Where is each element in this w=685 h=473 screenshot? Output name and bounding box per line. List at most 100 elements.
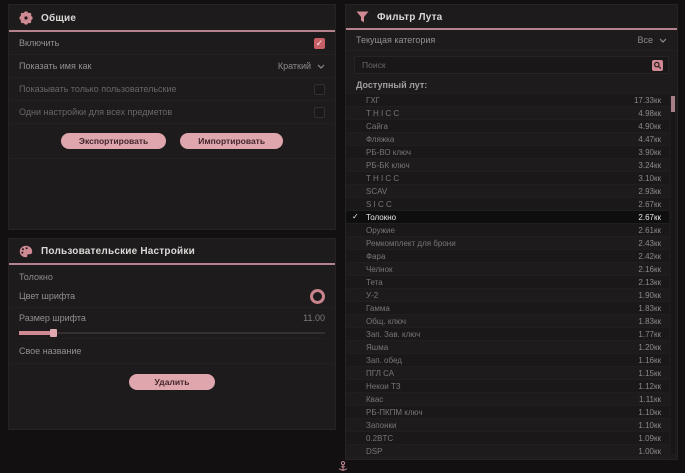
- loot-item-row[interactable]: Челнок2.16кк: [346, 263, 669, 276]
- setting-only-custom-label: Показывать только пользовательские: [19, 84, 177, 94]
- loot-item-row[interactable]: ПГЛ СА1.15кк: [346, 367, 669, 380]
- only-custom-checkbox[interactable]: [314, 84, 325, 95]
- loot-item-row[interactable]: SCAV2.93кк: [346, 185, 669, 198]
- name-mode-select[interactable]: Краткий: [278, 61, 325, 71]
- chevron-down-icon: [317, 64, 325, 69]
- setting-enable-label: Включить: [19, 38, 59, 48]
- font-size-value: 11.00: [303, 313, 325, 323]
- scrollbar[interactable]: [671, 95, 675, 454]
- loot-item-value: 2.67кк: [638, 200, 661, 209]
- loot-item-row[interactable]: Некои ТЗ1.12кк: [346, 380, 669, 393]
- loot-item-value: 17.33кк: [634, 96, 661, 105]
- loot-item-value: 1.90кк: [638, 291, 661, 300]
- same-for-all-checkbox[interactable]: [314, 107, 325, 118]
- scrollbar-thumb[interactable]: [671, 96, 675, 112]
- chevron-down-icon: [659, 38, 667, 43]
- loot-item-row[interactable]: Общ. ключ1.83кк: [346, 315, 669, 328]
- category-label: Текущая категория: [356, 35, 435, 45]
- loot-item-name: 0.2BTC: [366, 434, 393, 443]
- font-size-slider[interactable]: [19, 328, 325, 339]
- item-check-icon: ✓: [352, 211, 359, 223]
- loot-item-row[interactable]: РБ-ПКПМ ключ1.10кк: [346, 406, 669, 419]
- loot-item-row[interactable]: 0.2BTC1.09кк: [346, 432, 669, 445]
- loot-item-row[interactable]: У-2 1.90кк: [346, 289, 669, 302]
- slider-track: [19, 332, 325, 334]
- loot-list-label: Доступный лут:: [346, 74, 677, 93]
- name-mode-value: Краткий: [278, 61, 311, 71]
- loot-item-name: У-2: [366, 291, 378, 300]
- loot-item-row[interactable]: Фляжка4.47кк: [346, 133, 669, 146]
- loot-item-row[interactable]: РБ-ВО ключ3.90кк: [346, 146, 669, 159]
- loot-item-row[interactable]: DSP 1.00кк: [346, 445, 669, 458]
- import-button[interactable]: Импортировать: [180, 133, 283, 149]
- funnel-icon: [356, 11, 369, 23]
- loot-item-value: 2.42кк: [638, 252, 661, 261]
- loot-item-value: 2.16кк: [638, 265, 661, 274]
- loot-item-row[interactable]: Гамма1.83кк: [346, 302, 669, 315]
- panel-custom-title: Пользовательские Настройки: [41, 246, 195, 257]
- loot-item-row[interactable]: Тета2.13кк: [346, 276, 669, 289]
- setting-same-for-all: Одни настройки для всех предметов: [9, 101, 335, 124]
- search-input[interactable]: [360, 59, 648, 71]
- loot-item-value: 1.77кк: [638, 330, 661, 339]
- slider-handle[interactable]: [50, 329, 57, 337]
- loot-item-row[interactable]: T H I C C4.98кк: [346, 107, 669, 120]
- font-size-label: Размер шрифта: [19, 313, 86, 323]
- loot-item-name: РБ-БК ключ: [366, 161, 410, 170]
- loot-item-name: Квас: [366, 395, 383, 404]
- loot-item-row[interactable]: ✓ Толокно 2.67кк: [346, 211, 669, 224]
- loot-item-value: 1.15кк: [638, 369, 661, 378]
- loot-item-row[interactable]: Запонки1.10кк: [346, 419, 669, 432]
- gear-icon: [19, 11, 33, 25]
- loot-item-value: 4.90кк: [638, 122, 661, 131]
- loot-item-row[interactable]: Зап. обед1.16кк: [346, 354, 669, 367]
- loot-item-value: 4.98кк: [638, 109, 661, 118]
- loot-item-name: DSP: [366, 447, 382, 456]
- delete-button[interactable]: Удалить: [129, 374, 215, 390]
- delete-row: Удалить: [9, 374, 335, 390]
- custom-name-row: Свое название: [9, 339, 335, 364]
- export-button[interactable]: Экспортировать: [61, 133, 166, 149]
- loot-item-row[interactable]: Яшма1.20кк: [346, 341, 669, 354]
- loot-item-row[interactable]: Ремкомплект для брони2.43кк: [346, 237, 669, 250]
- loot-item-name: Толокно: [366, 213, 396, 222]
- panel-custom-header: Пользовательские Настройки: [9, 239, 335, 263]
- loot-item-row[interactable]: Квас 1.11кк: [346, 393, 669, 406]
- loot-item-row[interactable]: ГХГ17.33кк: [346, 94, 669, 107]
- font-color-row: Цвет шрифта: [9, 285, 335, 308]
- loot-item-value: 2.67кк: [638, 213, 661, 222]
- loot-item-value: 1.00кк: [638, 447, 661, 456]
- enable-checkbox[interactable]: ✓: [314, 38, 325, 49]
- setting-enable: Включить ✓: [9, 32, 335, 55]
- font-size-row: Размер шрифта 11.00: [9, 308, 335, 328]
- loot-item-name: Тета: [366, 278, 383, 287]
- loot-item-row[interactable]: РБ-БК ключ 3.24кк: [346, 159, 669, 172]
- loot-item-name: S I C C: [366, 200, 392, 209]
- loot-item-row[interactable]: Оружие2.61кк: [346, 224, 669, 237]
- category-value: Все: [637, 35, 653, 45]
- loot-item-value: 3.24кк: [638, 161, 661, 170]
- loot-item-value: 4.47кк: [638, 135, 661, 144]
- custom-name-input[interactable]: [93, 345, 325, 357]
- loot-item-value: 2.43кк: [638, 239, 661, 248]
- setting-same-for-all-label: Одни настройки для всех предметов: [19, 107, 172, 117]
- category-select[interactable]: Все: [637, 35, 667, 45]
- selected-item-name: Толокно: [9, 265, 335, 285]
- loot-item-row[interactable]: S I C C 2.67кк: [346, 198, 669, 211]
- loot-item-value: 1.11кк: [639, 395, 661, 404]
- loot-item-row[interactable]: Фара2.42кк: [346, 250, 669, 263]
- loot-item-row[interactable]: Зап. Зав. ключ1.77кк: [346, 328, 669, 341]
- search-icon[interactable]: [652, 60, 663, 71]
- loot-item-row[interactable]: T H I C C3.10кк: [346, 172, 669, 185]
- loot-item-name: Зап. обед: [366, 356, 402, 365]
- loot-item-name: Сайга: [366, 122, 388, 131]
- panel-filter-title: Фильтр Лута: [377, 12, 442, 23]
- drag-handle-icon[interactable]: [338, 461, 347, 472]
- loot-item-name: РБ-ВО ключ: [366, 148, 411, 157]
- loot-item-name: Гамма: [366, 304, 390, 313]
- color-wheel-icon[interactable]: [310, 289, 325, 304]
- loot-item-name: Некои ТЗ: [366, 382, 401, 391]
- palette-icon: [19, 245, 33, 258]
- loot-item-name: SCAV: [366, 187, 387, 196]
- loot-item-row[interactable]: Сайга 4.90кк: [346, 120, 669, 133]
